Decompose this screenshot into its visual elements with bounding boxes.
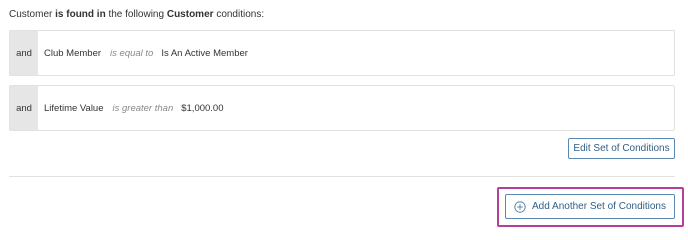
condition-operator-label: and: [10, 31, 38, 75]
condition-operator-label: and: [10, 86, 38, 130]
condition-row: and Lifetime Value is greater than $1,00…: [9, 85, 675, 131]
intro-entity: Customer: [9, 9, 53, 20]
condition-body: Club Member is equal to Is An Active Mem…: [38, 31, 248, 75]
intro-relation: is found in: [55, 9, 106, 20]
condition-field: Club Member: [44, 47, 102, 59]
section-divider: [9, 176, 675, 177]
add-condition-set-button[interactable]: Add Another Set of Conditions: [505, 194, 675, 219]
condition-row: and Club Member is equal to Is An Active…: [9, 30, 675, 76]
edit-conditions-button[interactable]: Edit Set of Conditions: [568, 138, 675, 159]
plus-circle-icon: [514, 200, 526, 213]
intro-target-entity: Customer: [166, 9, 214, 20]
condition-comparison: is equal to: [110, 47, 154, 59]
condition-body: Lifetime Value is greater than $1,000.00: [38, 86, 224, 130]
condition-field: Lifetime Value: [44, 102, 104, 114]
conditions-intro: Customer is found in the following Custo…: [9, 8, 264, 22]
intro-suffix: conditions:: [216, 9, 265, 20]
conditions-panel: Customer is found in the following Custo…: [0, 0, 688, 237]
condition-value: Is An Active Member: [161, 47, 248, 59]
intro-connector: the following: [108, 9, 165, 20]
add-condition-set-label: Add Another Set of Conditions: [532, 201, 666, 212]
condition-comparison: is greater than: [112, 102, 174, 114]
condition-value: $1,000.00: [181, 102, 224, 114]
